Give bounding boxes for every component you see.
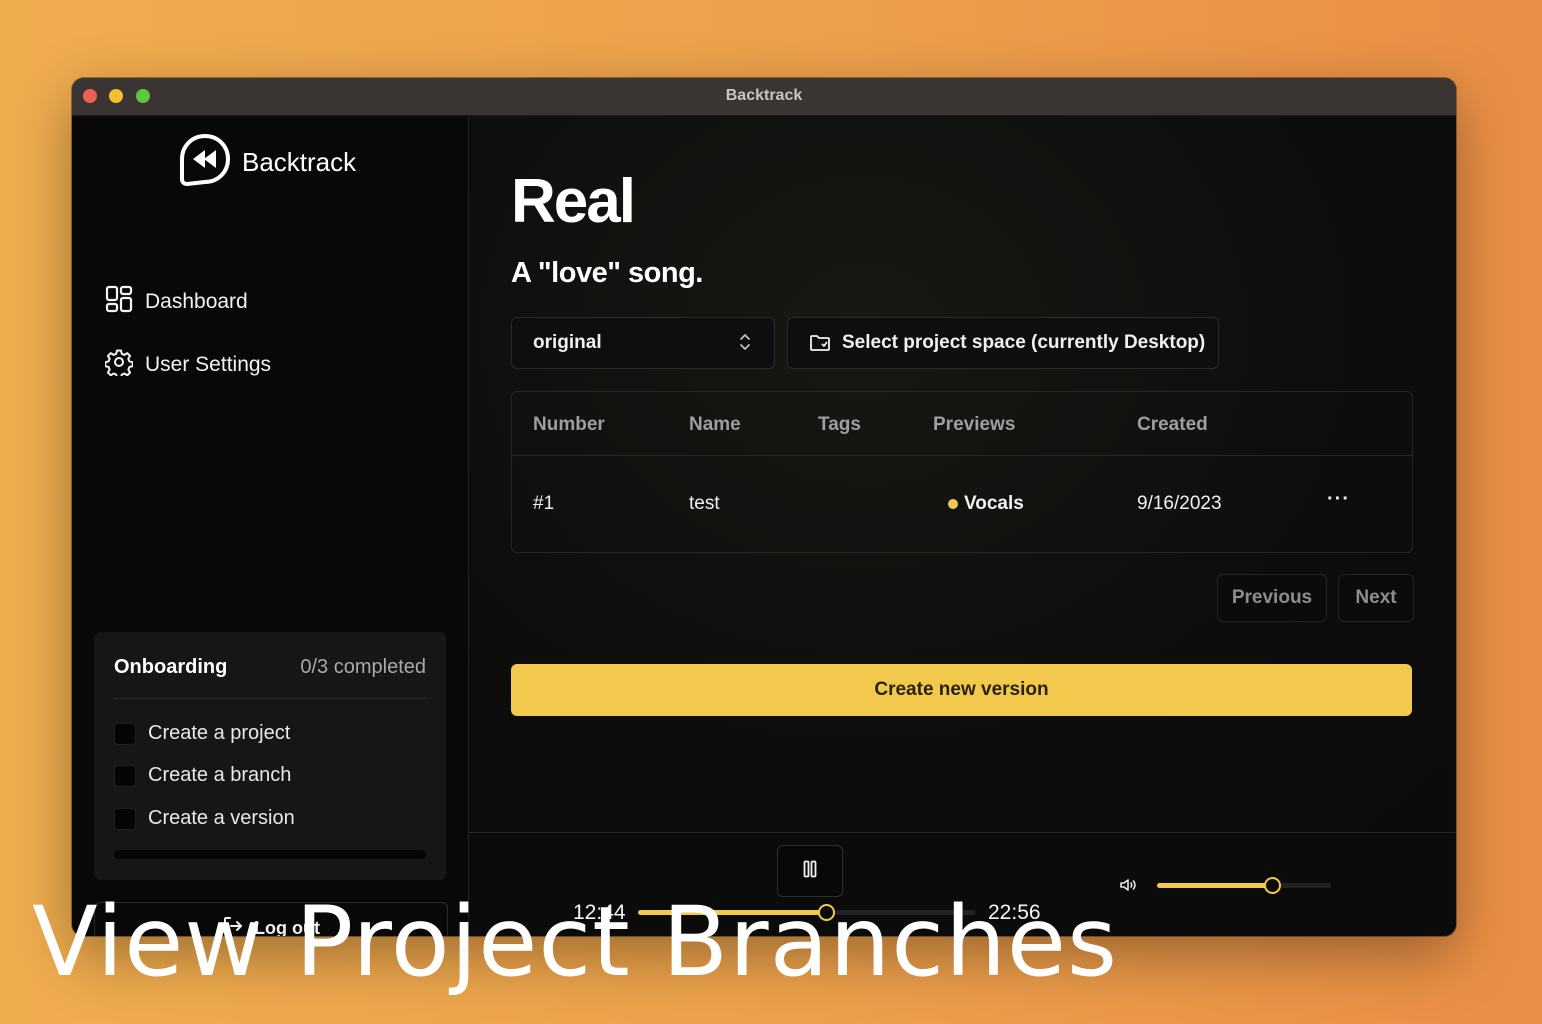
select-project-space-button[interactable]: Select project space (currently Desktop): [787, 317, 1219, 369]
preview-label: Vocals: [964, 493, 1024, 514]
row-actions-menu-button[interactable]: ···: [1327, 488, 1350, 511]
nav-user-settings[interactable]: User Settings: [104, 348, 272, 382]
gear-icon: [104, 348, 134, 382]
nav-user-settings-label: User Settings: [145, 353, 272, 376]
column-header-tags[interactable]: Tags: [818, 414, 861, 436]
task-checkbox[interactable]: [114, 807, 136, 830]
window-title: Backtrack: [725, 87, 803, 104]
project-description: A "love" song.: [511, 257, 703, 289]
preview-chip[interactable]: Vocals: [948, 493, 1024, 515]
nav-dashboard-label: Dashboard: [145, 290, 248, 313]
preview-status-dot: [948, 499, 958, 509]
cell-created: 9/16/2023: [1137, 493, 1222, 514]
branch-select-value: original: [533, 332, 602, 353]
next-page-button[interactable]: Next: [1338, 574, 1414, 622]
onboarding-task: Create a project: [114, 722, 290, 745]
title-bar: Backtrack: [72, 78, 1456, 116]
volume-slider[interactable]: [1157, 877, 1331, 894]
cell-name: test: [689, 493, 720, 514]
task-checkbox[interactable]: [114, 722, 136, 745]
folder-icon: [809, 333, 831, 353]
volume-handle[interactable]: [1264, 877, 1281, 894]
branch-select[interactable]: original: [511, 317, 775, 369]
backtrack-logo-icon: [178, 132, 232, 193]
caption-overlay: View Project Branches: [32, 886, 1118, 998]
brand-logo[interactable]: Backtrack: [178, 132, 357, 193]
volume-icon[interactable]: [1119, 877, 1139, 898]
volume-slider-fill: [1157, 883, 1272, 888]
onboarding-progress-bar: [114, 850, 426, 859]
task-label: Create a branch: [148, 764, 292, 786]
create-new-version-button[interactable]: Create new version: [511, 664, 1412, 716]
onboarding-task: Create a branch: [114, 764, 291, 787]
previous-page-button[interactable]: Previous: [1217, 574, 1327, 622]
onboarding-title: Onboarding: [114, 656, 228, 678]
task-label: Create a project: [148, 722, 291, 744]
onboarding-count: 0/3 completed: [300, 656, 426, 678]
brand-name: Backtrack: [242, 146, 357, 177]
column-header-number[interactable]: Number: [533, 414, 605, 436]
nav-dashboard[interactable]: Dashboard: [105, 285, 248, 319]
onboarding-task: Create a version: [114, 807, 295, 830]
onboarding-card: Onboarding 0/3 completed Create a projec…: [94, 632, 446, 880]
task-label: Create a version: [148, 807, 295, 829]
main-content: Real A "love" song. original Select proj…: [469, 116, 1456, 832]
versions-table: Number Name Tags Previews Created #1 tes…: [511, 391, 1413, 553]
dashboard-icon: [105, 285, 133, 319]
project-title: Real: [511, 167, 636, 236]
column-header-created[interactable]: Created: [1137, 414, 1208, 436]
pause-icon: [803, 860, 817, 883]
cell-number: #1: [533, 493, 555, 514]
select-project-space-label: Select project space (currently Desktop): [842, 332, 1206, 353]
table-header-divider: [512, 455, 1412, 456]
sidebar: Backtrack Dashboard User Settings Onboar…: [72, 116, 469, 936]
task-checkbox[interactable]: [114, 764, 136, 787]
chevron-up-down-icon: [738, 332, 752, 358]
app-window: Backtrack Backtrack Dashboard User Setti…: [72, 78, 1456, 936]
column-header-previews[interactable]: Previews: [933, 414, 1015, 436]
divider: [114, 698, 426, 699]
column-header-name[interactable]: Name: [689, 414, 741, 436]
